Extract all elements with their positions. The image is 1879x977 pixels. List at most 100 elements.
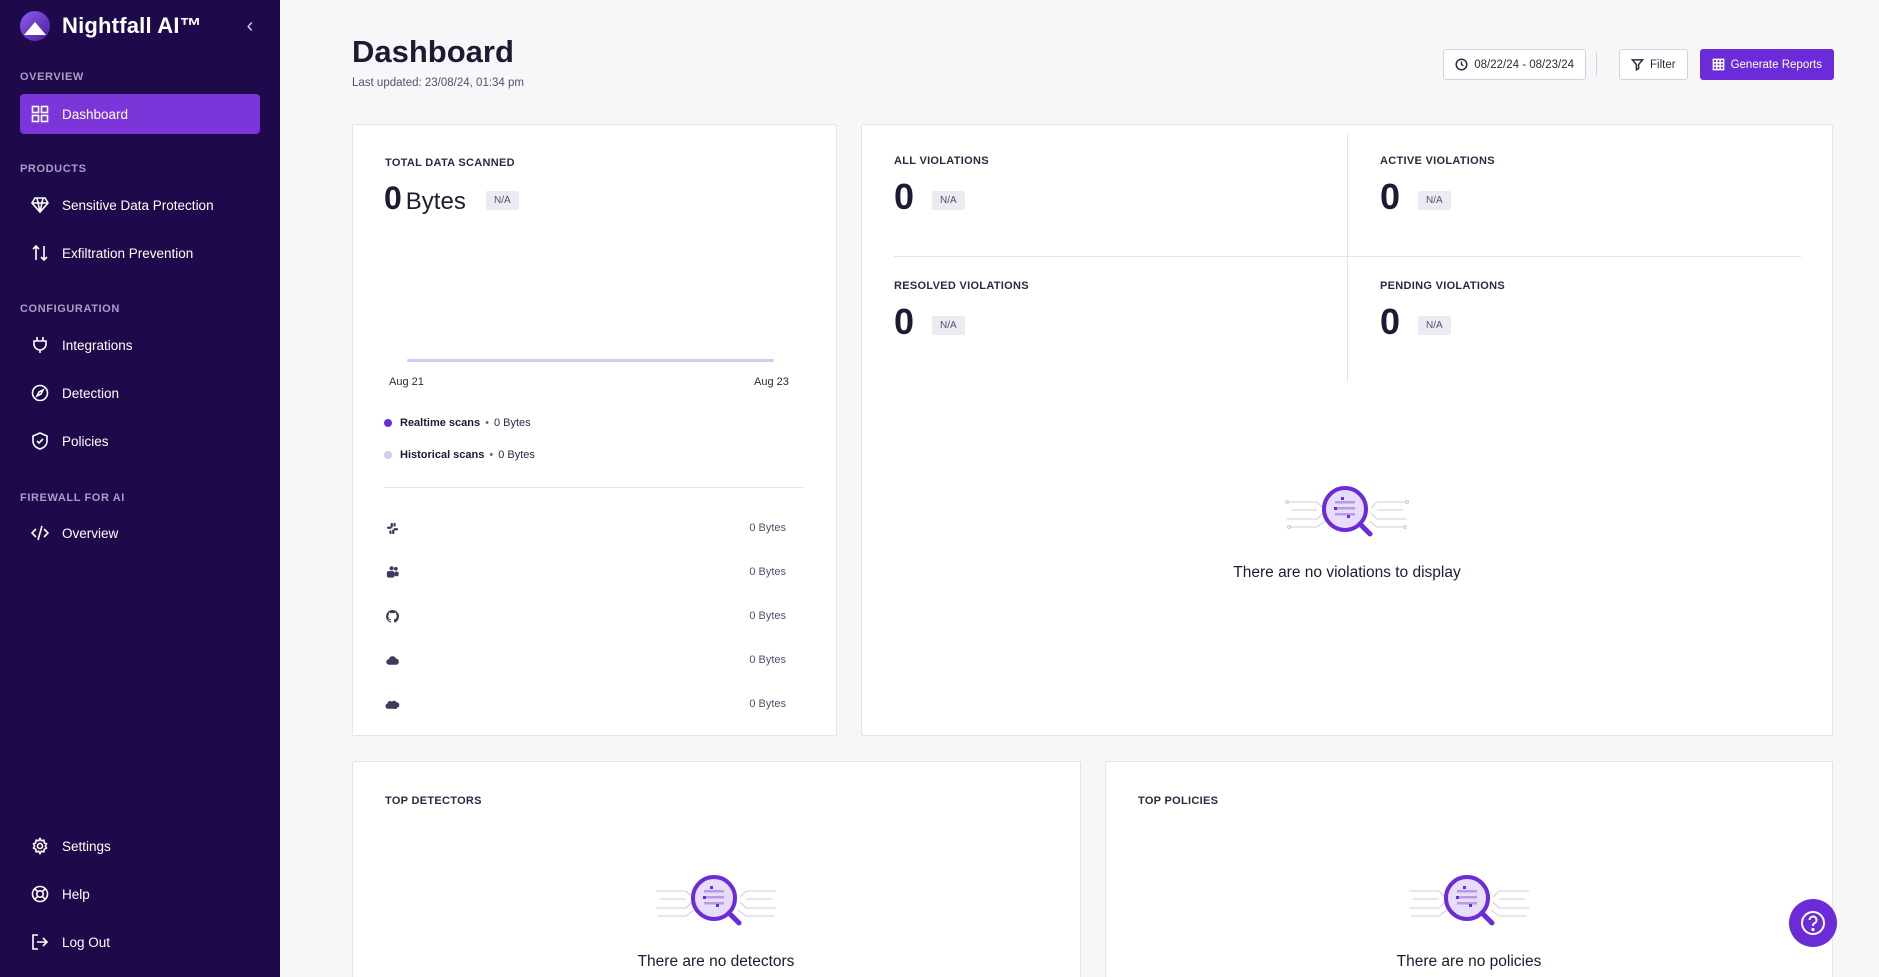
all-violations-na-badge: N/A — [932, 191, 965, 210]
source-row-slack: 0 Bytes — [384, 518, 786, 538]
all-violations-value: 0 — [894, 176, 915, 217]
sidebar-item-label: Settings — [62, 838, 111, 854]
sidebar-item-label: Sensitive Data Protection — [62, 197, 214, 213]
source-row-github: 0 Bytes — [384, 606, 786, 626]
total-data-scanned-value: 0 Bytes — [384, 180, 466, 217]
date-range-label: 08/22/24 - 08/23/24 — [1474, 58, 1575, 71]
active-violations-na-badge: N/A — [1418, 191, 1451, 210]
source-row-cloud: 0 Bytes — [384, 650, 786, 670]
source-value: 0 Bytes — [749, 654, 786, 666]
table-icon — [1712, 58, 1724, 71]
active-violations-label: ACTIVE VIOLATIONS — [1380, 155, 1495, 167]
generate-reports-label: Generate Reports — [1730, 58, 1822, 71]
brand[interactable]: Nightfall AI™ — [20, 10, 202, 42]
sidebar-item-label: Integrations — [62, 337, 133, 353]
section-label-overview: OVERVIEW — [20, 71, 84, 83]
compass-icon — [30, 383, 50, 403]
question-circle-icon — [1801, 911, 1825, 935]
pending-violations-na-badge: N/A — [1418, 316, 1451, 335]
sidebar-item-exfiltration-prevention[interactable]: Exfiltration Prevention — [20, 233, 260, 273]
arrows-up-down-icon — [30, 243, 50, 263]
violations-vertical-divider — [1347, 134, 1348, 382]
sidebar-item-label: Help — [62, 886, 90, 902]
top-policies-label: TOP POLICIES — [1138, 795, 1219, 807]
active-violations-value: 0 — [1380, 176, 1401, 217]
section-label-products: PRODUCTS — [20, 163, 87, 175]
resolved-violations-na-badge: N/A — [932, 316, 965, 335]
date-range-button[interactable]: 08/22/24 - 08/23/24 — [1443, 49, 1587, 80]
resolved-violations-value: 0 — [894, 301, 915, 342]
salesforce-icon — [384, 696, 400, 712]
filter-button[interactable]: Filter — [1619, 49, 1688, 80]
policies-empty-text: There are no policies — [1396, 953, 1542, 970]
generate-reports-button[interactable]: Generate Reports — [1699, 49, 1834, 80]
x-axis-end-label: Aug 23 — [754, 376, 789, 388]
legend-historical: Historical scans • 0 Bytes — [384, 449, 535, 461]
clock-icon — [1455, 58, 1468, 71]
scanned-unit: Bytes — [405, 188, 466, 215]
sidebar-item-integrations[interactable]: Integrations — [20, 325, 260, 365]
sidebar-item-settings[interactable]: Settings — [20, 826, 260, 866]
scanned-number: 0 — [384, 180, 402, 216]
brand-name: Nightfall AI™ — [62, 13, 202, 38]
pending-violations-label: PENDING VIOLATIONS — [1380, 280, 1505, 292]
slack-icon — [384, 520, 400, 536]
violations-empty-state: There are no violations to display — [1197, 477, 1497, 582]
detectors-empty-state: There are no detectors — [566, 866, 866, 971]
sidebar-item-label: Detection — [62, 385, 120, 401]
magnifier-empty-icon — [656, 875, 776, 926]
lifebuoy-icon — [30, 884, 50, 904]
all-violations-label: ALL VIOLATIONS — [894, 155, 989, 167]
section-label-firewall: FIREWALL FOR AI — [20, 492, 125, 504]
nightfall-logo-icon — [20, 11, 50, 41]
magnifier-empty-icon — [1409, 875, 1529, 926]
shield-check-icon — [30, 431, 50, 451]
legend-value: 0 Bytes — [498, 449, 535, 461]
legend-separator: • — [485, 417, 489, 429]
legend-value: 0 Bytes — [493, 417, 531, 429]
sidebar-item-label: Exfiltration Prevention — [62, 245, 194, 261]
detectors-empty-text: There are no detectors — [637, 953, 795, 970]
legend-separator: • — [489, 449, 494, 461]
top-actions: 08/22/24 - 08/23/24 Filter Generate Repo… — [1443, 49, 1834, 80]
source-row-teams: 0 Bytes — [384, 562, 786, 582]
diamond-icon — [30, 195, 50, 215]
scanned-divider — [384, 487, 804, 488]
filter-label: Filter — [1650, 58, 1676, 71]
collapse-sidebar-button[interactable]: ‹ — [240, 14, 260, 38]
sidebar-item-label: Overview — [62, 525, 119, 541]
source-value: 0 Bytes — [749, 566, 786, 578]
pending-violations-value: 0 — [1380, 301, 1401, 342]
code-icon — [30, 523, 50, 543]
sidebar-item-overview[interactable]: Overview — [20, 513, 260, 553]
help-chat-button[interactable] — [1789, 899, 1837, 947]
page-title: Dashboard — [352, 34, 514, 69]
policies-empty-state: There are no policies — [1319, 866, 1619, 971]
source-value: 0 Bytes — [749, 698, 786, 710]
total-data-scanned-label: TOTAL DATA SCANNED — [385, 157, 515, 169]
sidebar-item-detection[interactable]: Detection — [20, 373, 260, 413]
legend-realtime: Realtime scans • 0 Bytes — [384, 417, 531, 429]
sidebar-item-label: Log Out — [62, 934, 111, 950]
cloud-icon — [384, 652, 400, 668]
teams-icon — [384, 564, 400, 580]
violations-horizontal-divider — [894, 256, 1801, 257]
realtime-dot-icon — [384, 419, 392, 427]
historical-dot-icon — [384, 451, 392, 459]
legend-name: Realtime scans — [400, 417, 481, 429]
sidebar-item-sensitive-data-protection[interactable]: Sensitive Data Protection — [20, 185, 260, 225]
source-row-salesforce: 0 Bytes — [384, 694, 786, 714]
sidebar-item-help[interactable]: Help — [20, 874, 260, 914]
sidebar-item-dashboard[interactable]: Dashboard — [20, 94, 260, 134]
magnifier-empty-icon — [1285, 486, 1409, 537]
sidebar-item-label: Dashboard — [62, 106, 129, 122]
filter-icon — [1631, 59, 1645, 71]
source-value: 0 Bytes — [749, 610, 786, 622]
sidebar-item-logout[interactable]: Log Out — [20, 922, 260, 962]
scan-trend-line — [407, 359, 774, 362]
sidebar-item-policies[interactable]: Policies — [20, 421, 260, 461]
resolved-violations-label: RESOLVED VIOLATIONS — [894, 280, 1029, 292]
top-detectors-label: TOP DETECTORS — [385, 795, 482, 807]
sidebar: Nightfall AI™ ‹ OVERVIEW Dashboard PRODU… — [0, 0, 280, 977]
section-label-configuration: CONFIGURATION — [20, 303, 120, 315]
